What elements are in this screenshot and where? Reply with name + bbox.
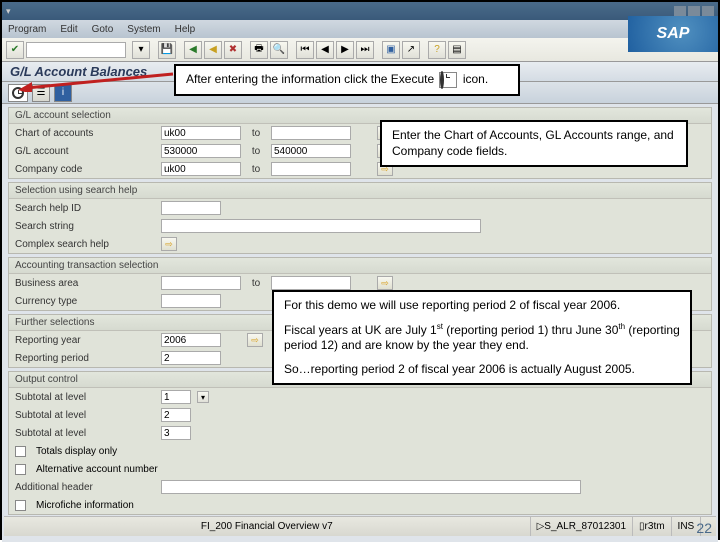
execute-icon — [440, 71, 444, 89]
additional-header[interactable] — [161, 480, 581, 494]
group-header: Selection using search help — [9, 183, 711, 199]
layout-icon[interactable]: ▤ — [448, 41, 466, 59]
menu-help[interactable]: Help — [175, 24, 196, 35]
menu-bar: Program Edit Goto System Help SAP — [2, 20, 718, 38]
field-label: Complex search help — [15, 239, 155, 250]
chart-of-accounts-to[interactable] — [271, 126, 351, 140]
value-help-icon[interactable]: ▾ — [197, 391, 209, 403]
business-area-to[interactable] — [271, 276, 351, 290]
to-label: to — [247, 146, 265, 157]
subtotal-level-1[interactable]: 1 — [161, 390, 191, 404]
to-label: to — [247, 128, 265, 139]
menu-edit[interactable]: Edit — [60, 24, 77, 35]
multiple-selection-icon[interactable]: ⇨ — [247, 333, 263, 347]
status-client: ▯ r3tm — [632, 517, 671, 536]
slide-number: 22 — [696, 520, 712, 536]
group-output-control: Output control Subtotal at level1▾ Subto… — [8, 371, 712, 515]
alt-account-checkbox[interactable] — [15, 464, 26, 475]
field-label: Search string — [15, 221, 155, 232]
field-label: G/L account — [15, 146, 155, 157]
maximize-icon[interactable] — [688, 6, 700, 16]
reporting-year[interactable]: 2006 — [161, 333, 221, 347]
sap-logo: SAP — [628, 16, 718, 52]
subtotal-level-2[interactable]: 2 — [161, 408, 191, 422]
field-label: Business area — [15, 278, 155, 289]
group-search-help: Selection using search help Search help … — [8, 182, 712, 254]
enter-icon[interactable]: ✔ — [6, 41, 24, 59]
shortcut-icon[interactable]: ↗ — [402, 41, 420, 59]
field-label: Additional header — [15, 482, 155, 493]
find-icon[interactable]: 🔍 — [270, 41, 288, 59]
callout-execute: After entering the information click the… — [174, 64, 520, 96]
prev-page-icon[interactable]: ◀ — [316, 41, 334, 59]
complex-search-button[interactable]: ⇨ — [161, 237, 177, 251]
company-code-to[interactable] — [271, 162, 351, 176]
microfiche-checkbox[interactable] — [15, 500, 26, 511]
close-icon[interactable] — [702, 6, 714, 16]
to-label: to — [247, 164, 265, 175]
to-label: to — [247, 278, 265, 289]
field-label: Subtotal at level — [15, 410, 155, 421]
window-titlebar: ▾ — [2, 2, 718, 20]
chart-of-accounts-from[interactable]: uk00 — [161, 126, 241, 140]
checkbox-label: Alternative account number — [36, 464, 158, 475]
command-field[interactable] — [26, 42, 126, 58]
help-icon[interactable]: ? — [428, 41, 446, 59]
currency-type[interactable] — [161, 294, 221, 308]
field-label: Reporting year — [15, 335, 155, 346]
totals-only-checkbox[interactable] — [15, 446, 26, 457]
menu-program[interactable]: Program — [8, 24, 46, 35]
field-label: Subtotal at level — [15, 392, 155, 403]
standard-toolbar: ✔ ▾ 💾 ◀ ◀ ✖ 🖶 🔍 ⏮ ◀ ▶ ⏭ ▣ ↗ ? ▤ — [2, 38, 718, 62]
last-page-icon[interactable]: ⏭ — [356, 41, 374, 59]
business-area-from[interactable] — [161, 276, 241, 290]
first-page-icon[interactable]: ⏮ — [296, 41, 314, 59]
gl-account-from[interactable]: 530000 — [161, 144, 241, 158]
company-code-from[interactable]: uk00 — [161, 162, 241, 176]
next-page-icon[interactable]: ▶ — [336, 41, 354, 59]
reporting-period[interactable]: 2 — [161, 351, 221, 365]
subtotal-level-3[interactable]: 3 — [161, 426, 191, 440]
new-session-icon[interactable]: ▣ — [382, 41, 400, 59]
field-label: Company code — [15, 164, 155, 175]
arrow-annotation — [18, 70, 178, 92]
status-bar: FI_200 Financial Overview v7 ▷ S_ALR_870… — [4, 516, 716, 536]
save-icon[interactable]: 💾 — [158, 41, 176, 59]
field-label: Chart of accounts — [15, 128, 155, 139]
search-help-id[interactable] — [161, 201, 221, 215]
search-string[interactable] — [161, 219, 481, 233]
field-label: Reporting period — [15, 353, 155, 364]
cancel-icon[interactable]: ✖ — [224, 41, 242, 59]
back-icon[interactable]: ◀ — [184, 41, 202, 59]
dropdown-icon[interactable]: ▾ — [132, 41, 150, 59]
checkbox-label: Totals display only — [36, 446, 117, 457]
print-icon[interactable]: 🖶 — [250, 41, 268, 59]
gl-account-to[interactable]: 540000 — [271, 144, 351, 158]
multiple-selection-icon[interactable]: ⇨ — [377, 276, 393, 290]
status-center: FI_200 Financial Overview v7 — [4, 521, 530, 532]
minimize-icon[interactable] — [674, 6, 686, 16]
checkbox-label: Microfiche information — [36, 500, 134, 511]
exit-icon[interactable]: ◀ — [204, 41, 222, 59]
callout-fields: Enter the Chart of Accounts, GL Accounts… — [380, 120, 688, 167]
window-menu-icon[interactable]: ▾ — [6, 6, 11, 17]
field-label: Search help ID — [15, 203, 155, 214]
menu-goto[interactable]: Goto — [92, 24, 114, 35]
status-tcode: ▷ S_ALR_87012301 — [530, 517, 632, 536]
group-header: Accounting transaction selection — [9, 258, 711, 274]
callout-periods: For this demo we will use reporting peri… — [272, 290, 692, 385]
menu-system[interactable]: System — [127, 24, 160, 35]
field-label: Currency type — [15, 296, 155, 307]
field-label: Subtotal at level — [15, 428, 155, 439]
